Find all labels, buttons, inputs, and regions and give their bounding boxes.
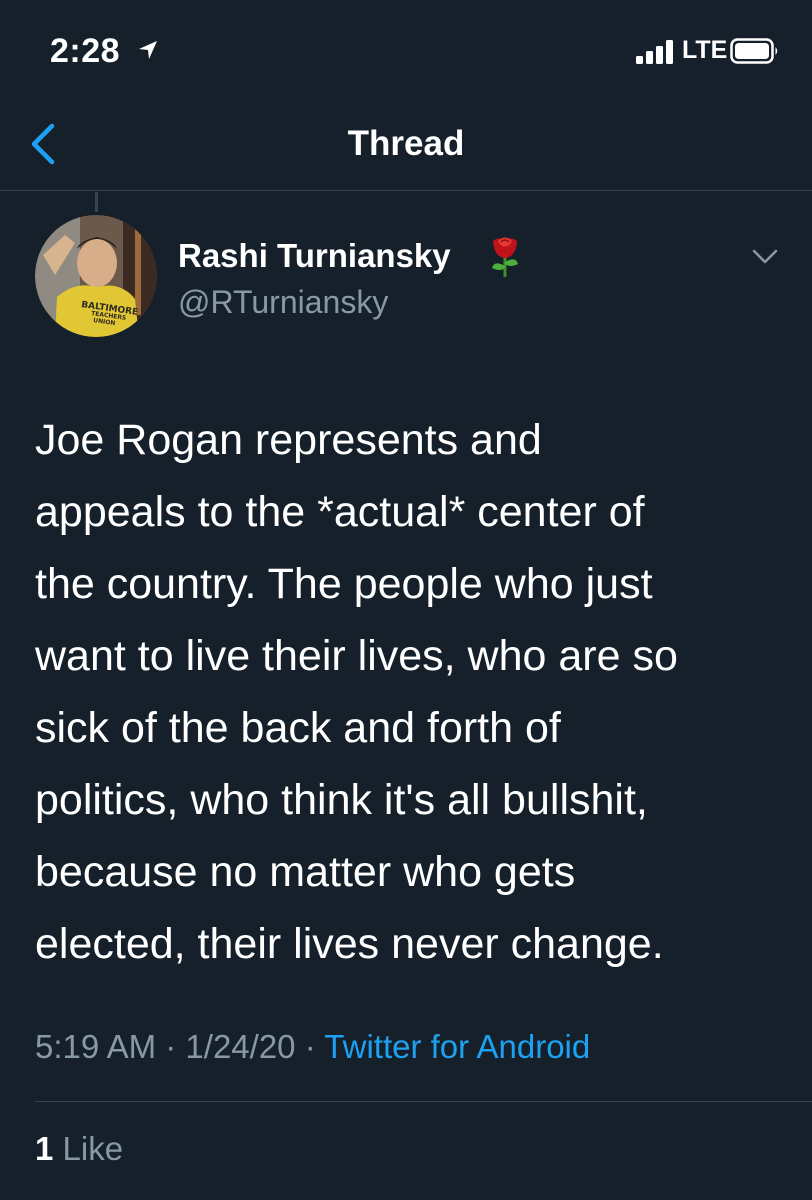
- battery-icon: [730, 38, 778, 64]
- nav-header: Thread: [0, 100, 812, 191]
- tweet-text-line: Joe Rogan represents and: [35, 416, 542, 464]
- tweet-meta: 5:19 AM · 1/24/20 · Twitter for Android: [35, 1028, 590, 1066]
- tweet-text-line: politics, who think it's all bullshit,: [35, 776, 648, 824]
- author-name[interactable]: Rashi Turniansky: [178, 237, 451, 275]
- likes-label: Like: [62, 1130, 124, 1167]
- tweet-text: Joe Rogan represents and appeals to the …: [35, 404, 785, 980]
- rose-icon: [492, 237, 518, 277]
- profile-avatar[interactable]: BALTIMORE TEACHERS UNION: [35, 215, 157, 337]
- tweet-source-link[interactable]: Twitter for Android: [324, 1028, 590, 1065]
- tweet-text-line: sick of the back and forth of: [35, 704, 561, 752]
- cellular-signal-icon: [636, 40, 673, 64]
- divider: [35, 1101, 812, 1102]
- tweet-date: 1/24/20: [185, 1028, 296, 1065]
- thread-screen: 2:28 LTE Thread BALTIMORE TEACHERS UNION…: [0, 0, 812, 1200]
- location-arrow-icon: [139, 41, 157, 59]
- tweet-text-line: elected, their lives never change.: [35, 920, 664, 968]
- tweet-time: 5:19 AM: [35, 1028, 157, 1065]
- tweet-text-line: want to live their lives, who are so: [35, 632, 678, 680]
- chevron-down-icon[interactable]: [752, 248, 778, 266]
- author-handle[interactable]: @RTurniansky: [178, 284, 388, 321]
- page-title: Thread: [347, 124, 465, 163]
- status-bar: 2:28 LTE: [0, 0, 812, 100]
- likes-link[interactable]: 1 Like: [35, 1130, 123, 1168]
- likes-count: 1: [35, 1130, 54, 1167]
- tweet-text-line: appeals to the *actual* center of: [35, 488, 645, 536]
- tweet-text-line: the country. The people who just: [35, 560, 653, 608]
- meta-separator: ·: [165, 1028, 177, 1065]
- thread-connector-line: [95, 192, 98, 212]
- network-type: LTE: [682, 36, 728, 64]
- tweet-text-line: because no matter who gets: [35, 848, 576, 896]
- meta-separator: ·: [304, 1028, 316, 1065]
- status-time: 2:28: [50, 32, 121, 70]
